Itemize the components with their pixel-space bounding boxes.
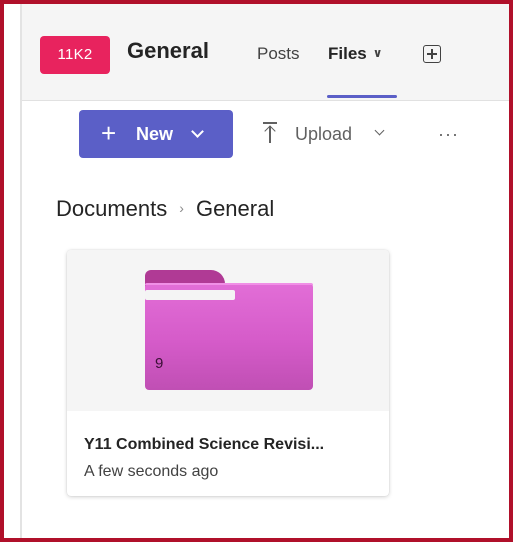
chevron-down-icon — [374, 125, 385, 136]
new-button-label: New — [136, 124, 174, 144]
chevron-right-icon: › — [179, 200, 184, 216]
upload-icon — [262, 122, 278, 144]
active-tab-indicator — [327, 95, 397, 98]
chevron-down-icon: ∨ — [372, 46, 383, 60]
add-tab-icon[interactable] — [423, 45, 441, 63]
breadcrumb: Documents › General — [56, 196, 274, 222]
channel-title: General — [127, 38, 209, 63]
tab-files[interactable]: Files ∨ — [328, 44, 383, 64]
folder-item-count: 9 — [155, 355, 164, 372]
folder-name: Y11 Combined Science Revisi... — [84, 436, 325, 453]
upload-button-label: Upload — [295, 124, 353, 144]
folder-card[interactable]: 9 Y11 Combined Science Revisi... A few s… — [67, 250, 389, 496]
more-options-button[interactable]: ··· — [438, 124, 459, 145]
folder-icon: 9 — [145, 270, 313, 390]
folder-modified: A few seconds ago — [84, 463, 219, 480]
new-button[interactable]: + New — [79, 110, 233, 158]
plus-icon: + — [101, 118, 117, 148]
breadcrumb-current: General — [195, 196, 275, 221]
chevron-down-icon — [191, 125, 204, 138]
breadcrumb-documents[interactable]: Documents — [56, 196, 167, 221]
tab-posts[interactable]: Posts — [257, 44, 300, 64]
folder-thumbnail: 9 — [67, 250, 389, 411]
tab-files-label: Files — [328, 44, 367, 63]
team-avatar[interactable]: 11K2 — [40, 36, 110, 74]
